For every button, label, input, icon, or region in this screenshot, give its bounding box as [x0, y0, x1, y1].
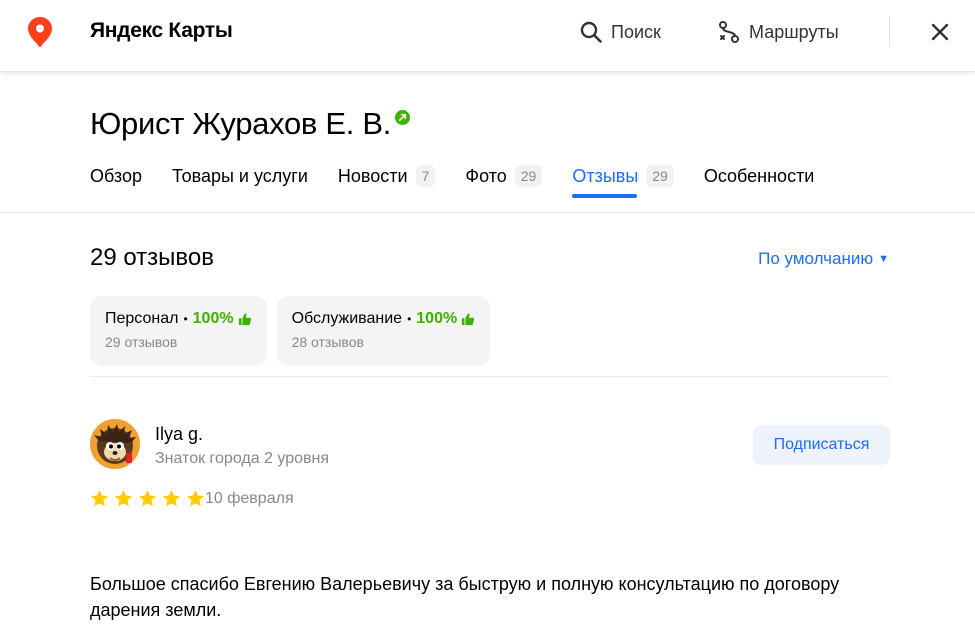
tab-label: Товары и услуги	[172, 166, 308, 186]
aspect-count: 28 отзывов	[291, 334, 364, 350]
aspects-divider	[90, 376, 890, 377]
review-date: 10 февраля	[205, 490, 294, 507]
star-icon	[90, 489, 109, 507]
aspect-percent: 100%	[416, 310, 458, 327]
aspect-chip-staff[interactable]: Персонал • 100% 29 отзывов	[90, 296, 267, 366]
aspect-chips: Персонал • 100% 29 отзывов Обслуживание …	[90, 296, 500, 366]
sort-dropdown[interactable]: По умолчанию ▼	[758, 249, 889, 269]
sort-label: По умолчанию	[758, 249, 874, 268]
tab-reviews[interactable]: Отзывы 29	[572, 164, 674, 204]
search-button[interactable]: Поиск	[579, 18, 661, 46]
review-text: Большое спасибо Евгению Валерьевичу за б…	[90, 574, 840, 620]
aspect-name: Персонал	[105, 310, 179, 327]
aspect-name: Обслуживание	[291, 310, 403, 327]
search-label: Поиск	[611, 21, 661, 42]
tab-label: Новости	[337, 166, 408, 186]
tab-count-badge: 29	[646, 165, 674, 187]
review-author-name[interactable]: Ilya g.	[155, 424, 203, 445]
routes-button[interactable]: Маршруты	[717, 18, 839, 46]
star-icon	[186, 489, 205, 507]
tab-overview[interactable]: Обзор	[90, 164, 142, 204]
logo-text[interactable]: Яндекс Карты	[90, 19, 233, 43]
tab-count-badge: 7	[415, 165, 436, 187]
yandex-maps-pin-icon[interactable]	[28, 17, 52, 47]
tab-count-badge: 29	[514, 165, 543, 187]
search-icon	[580, 21, 602, 43]
close-icon[interactable]	[928, 20, 952, 44]
aspect-count: 29 отзывов	[105, 334, 178, 350]
tab-label: Отзывы	[572, 166, 639, 186]
star-icon	[114, 489, 133, 507]
tabs: Обзор Товары и услуги Новости 7 Фото 29 …	[90, 164, 844, 204]
tab-label: Фото	[465, 166, 507, 186]
avatar[interactable]	[90, 419, 140, 469]
star-icon	[162, 489, 181, 507]
tab-news[interactable]: Новости 7	[337, 164, 436, 204]
thumbs-up-icon	[462, 313, 475, 326]
rating-stars	[90, 489, 210, 508]
tab-photos[interactable]: Фото 29	[465, 164, 543, 204]
tab-goods-services[interactable]: Товары и услуги	[172, 164, 308, 204]
hedgehog-avatar-icon	[90, 419, 140, 469]
routes-label: Маршруты	[749, 21, 839, 42]
star-icon	[138, 489, 157, 507]
reviews-count: 29 отзывов	[90, 244, 215, 271]
triangle-down-icon: ▼	[878, 253, 889, 265]
tabs-divider	[0, 212, 975, 213]
aspect-chip-service[interactable]: Обслуживание • 100% 28 отзывов	[276, 296, 491, 366]
review-author-level: Знаток города 2 уровня	[155, 450, 330, 467]
tab-label: Особенности	[703, 166, 815, 186]
thumbs-up-icon	[238, 313, 251, 326]
subscribe-button[interactable]: Подписаться	[753, 425, 890, 465]
page-title: Юрист Журахов Е. В.	[90, 106, 411, 142]
routes-icon	[719, 21, 739, 43]
top-bar: Яндекс Карты Поиск Маршруты	[0, 0, 975, 72]
org-title: Юрист Журахов Е. В.	[90, 106, 392, 141]
tab-features[interactable]: Особенности	[704, 164, 815, 204]
dot-separator: •	[183, 312, 188, 326]
header-divider	[889, 16, 890, 46]
dot-separator: •	[407, 312, 412, 326]
verified-badge-icon[interactable]	[395, 109, 411, 125]
aspect-percent: 100%	[192, 310, 234, 327]
tab-label: Обзор	[90, 166, 142, 186]
